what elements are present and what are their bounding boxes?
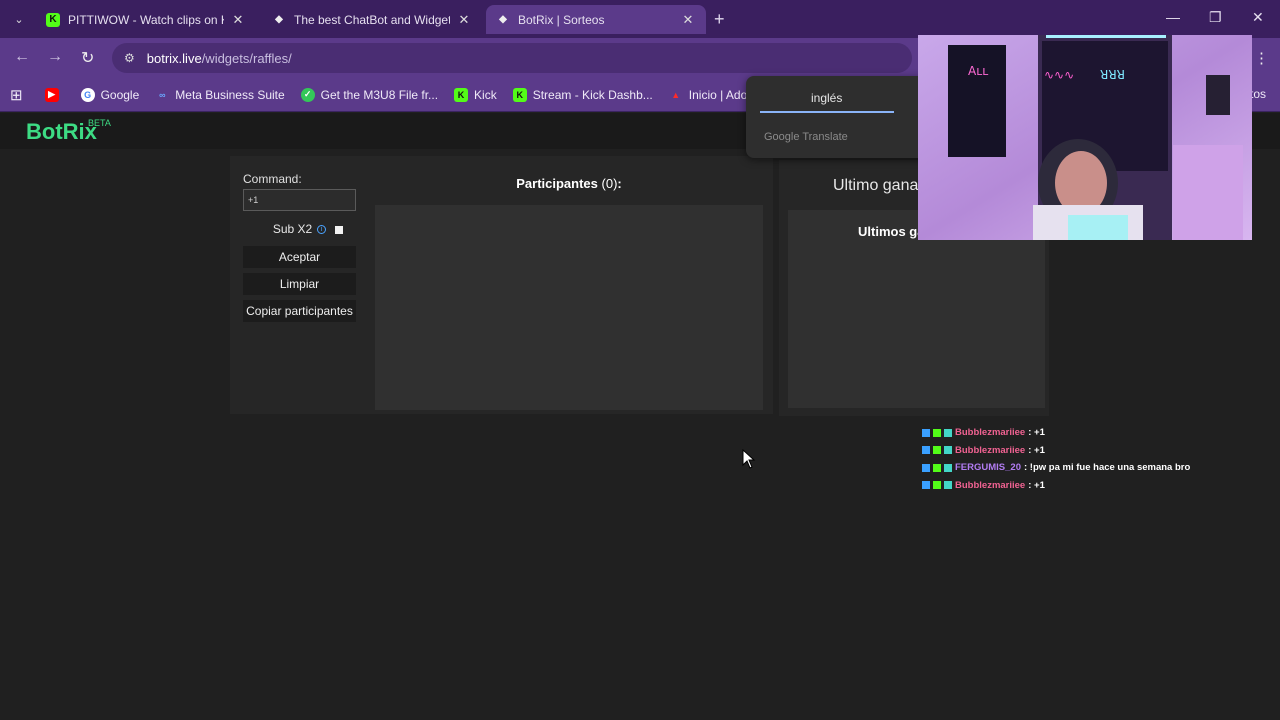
verified-badge-icon	[933, 428, 941, 437]
tab-search-chevron-icon[interactable]: ⌄	[8, 8, 30, 30]
sub-badge-icon	[922, 446, 930, 455]
verified-badge-icon	[933, 481, 941, 490]
copy-participants-button[interactable]: Copiar participantes	[243, 300, 356, 322]
command-input[interactable]	[243, 189, 356, 211]
sub-badge-icon	[922, 463, 930, 472]
tab-title: PITTIWOW - Watch clips on Kick	[68, 12, 224, 27]
tab-underline	[760, 111, 894, 113]
mouse-cursor-icon	[742, 449, 756, 469]
close-icon[interactable]: ✕	[680, 12, 696, 28]
google-translate-label: Google Translate	[764, 131, 848, 143]
chat-message: Bubblezmariiee : +1	[922, 442, 1190, 460]
svg-text:ꓤꓤꓤ: ꓤꓤꓤ	[1100, 68, 1125, 82]
chat-username: Bubblezmariiee	[955, 444, 1026, 456]
chat-username: FERGUMIS_20	[955, 462, 1021, 474]
tab-botrix-home[interactable]: ◆ The best ChatBot and Widgets f ✕	[262, 5, 482, 34]
svg-text:∿∿∿: ∿∿∿	[1044, 68, 1074, 82]
sub-badge-icon	[922, 481, 930, 490]
menu-kebab-icon[interactable]: ⋮	[1254, 49, 1269, 67]
site-info-icon[interactable]: ⚙	[124, 51, 135, 65]
close-icon[interactable]: ✕	[230, 12, 246, 28]
kick-logo-icon: K	[46, 12, 60, 27]
youtube-icon: ▶	[44, 87, 59, 102]
check-icon: ✓	[300, 87, 315, 102]
command-label: Command:	[243, 172, 302, 186]
close-window-icon[interactable]: ✕	[1252, 9, 1264, 26]
address-bar[interactable]: ⚙ botrix.live/widgets/raffles/	[112, 43, 912, 73]
minimize-icon[interactable]: —	[1166, 9, 1180, 25]
restore-icon[interactable]: ❐	[1209, 9, 1222, 26]
chat-username: Bubblezmariiee	[955, 479, 1026, 491]
bookmark-google[interactable]: G Google	[80, 87, 139, 102]
chat-text: : +1	[1028, 479, 1045, 491]
forward-icon[interactable]: →	[47, 48, 63, 66]
participants-count: (0)	[601, 176, 618, 191]
close-icon[interactable]: ✕	[456, 12, 472, 28]
translate-language-tab[interactable]: inglés	[811, 91, 842, 105]
sub-x2-checkbox[interactable]	[335, 226, 343, 234]
svg-text:Aʟʟ: Aʟʟ	[968, 64, 988, 78]
emote-badge-icon	[944, 481, 952, 490]
sub-x2-label: Sub X2	[272, 222, 313, 236]
verified-badge-icon	[933, 463, 941, 472]
reload-icon[interactable]: ↻	[81, 48, 94, 68]
botrix-logo-icon: ◆	[275, 14, 283, 25]
tab-botrix-sorteos[interactable]: ◆ BotRix | Sorteos ✕	[486, 5, 706, 34]
verified-badge-icon	[933, 446, 941, 455]
chat-username: Bubblezmariiee	[955, 427, 1026, 439]
meta-icon: ∞	[159, 89, 166, 100]
tab-title: BotRix | Sorteos	[518, 12, 605, 27]
kick-icon: K	[454, 87, 469, 102]
beta-badge: BETA	[88, 118, 111, 128]
last-winners-title: Ultimos ga	[858, 224, 925, 239]
bookmark-youtube[interactable]: ▶	[44, 87, 65, 102]
bookmark-m3u8[interactable]: ✓ Get the M3U8 File fr...	[300, 87, 438, 102]
bookmark-kick[interactable]: K Kick	[454, 87, 497, 102]
chat-message: Bubblezmariiee : +1	[922, 477, 1190, 495]
google-icon: G	[80, 87, 95, 102]
new-tab-icon[interactable]: +	[714, 9, 725, 30]
apps-grid-icon[interactable]: ⊞	[10, 86, 23, 104]
emote-badge-icon	[944, 446, 952, 455]
emote-badge-icon	[944, 428, 952, 437]
all-bookmarks-label[interactable]: tos	[1250, 87, 1266, 101]
tab-strip: ⌄ K PITTIWOW - Watch clips on Kick ✕ ◆ T…	[0, 0, 1280, 38]
botrix-logo-icon: ◆	[499, 14, 507, 25]
chat-overlay: Bubblezmariiee : +1 Bubblezmariiee : +1 …	[922, 424, 1190, 494]
botrix-logo[interactable]: BotRix	[26, 119, 97, 145]
bookmark-meta[interactable]: ∞ Meta Business Suite	[155, 88, 285, 102]
back-icon[interactable]: ←	[14, 48, 30, 66]
url-text: botrix.live/widgets/raffles/	[146, 50, 292, 66]
webcam-image: Aʟʟ ∿∿∿ ꓤꓤꓤ	[918, 35, 1252, 240]
webcam-overlay: Aʟʟ ∿∿∿ ꓤꓤꓤ	[918, 35, 1252, 240]
accept-button[interactable]: Aceptar	[243, 246, 356, 268]
sub-badge-icon	[922, 428, 930, 437]
kick-icon: K	[512, 87, 527, 102]
clear-button[interactable]: Limpiar	[243, 273, 356, 295]
tab-pittiwow[interactable]: K PITTIWOW - Watch clips on Kick ✕	[36, 5, 256, 34]
chat-text: : !pw pa mi fue hace una semana bro	[1024, 462, 1191, 474]
last-winner-title: Ultimo gana	[833, 177, 919, 194]
chat-text: : +1	[1028, 444, 1045, 456]
bookmark-kick-dashboard[interactable]: K Stream - Kick Dashb...	[512, 87, 653, 102]
participants-list	[375, 205, 763, 410]
info-icon[interactable]: i	[317, 224, 327, 234]
tab-title: The best ChatBot and Widgets f	[294, 12, 450, 27]
chat-text: : +1	[1028, 427, 1045, 439]
adobe-icon: ▲	[671, 89, 681, 100]
emote-badge-icon	[944, 463, 952, 472]
translate-popup: inglés Google Translate	[746, 76, 946, 158]
chat-message: FERGUMIS_20 : !pw pa mi fue hace una sem…	[922, 459, 1190, 477]
chat-message: Bubblezmariiee : +1	[922, 424, 1190, 442]
participants-title: Participantes (0):	[516, 176, 622, 191]
